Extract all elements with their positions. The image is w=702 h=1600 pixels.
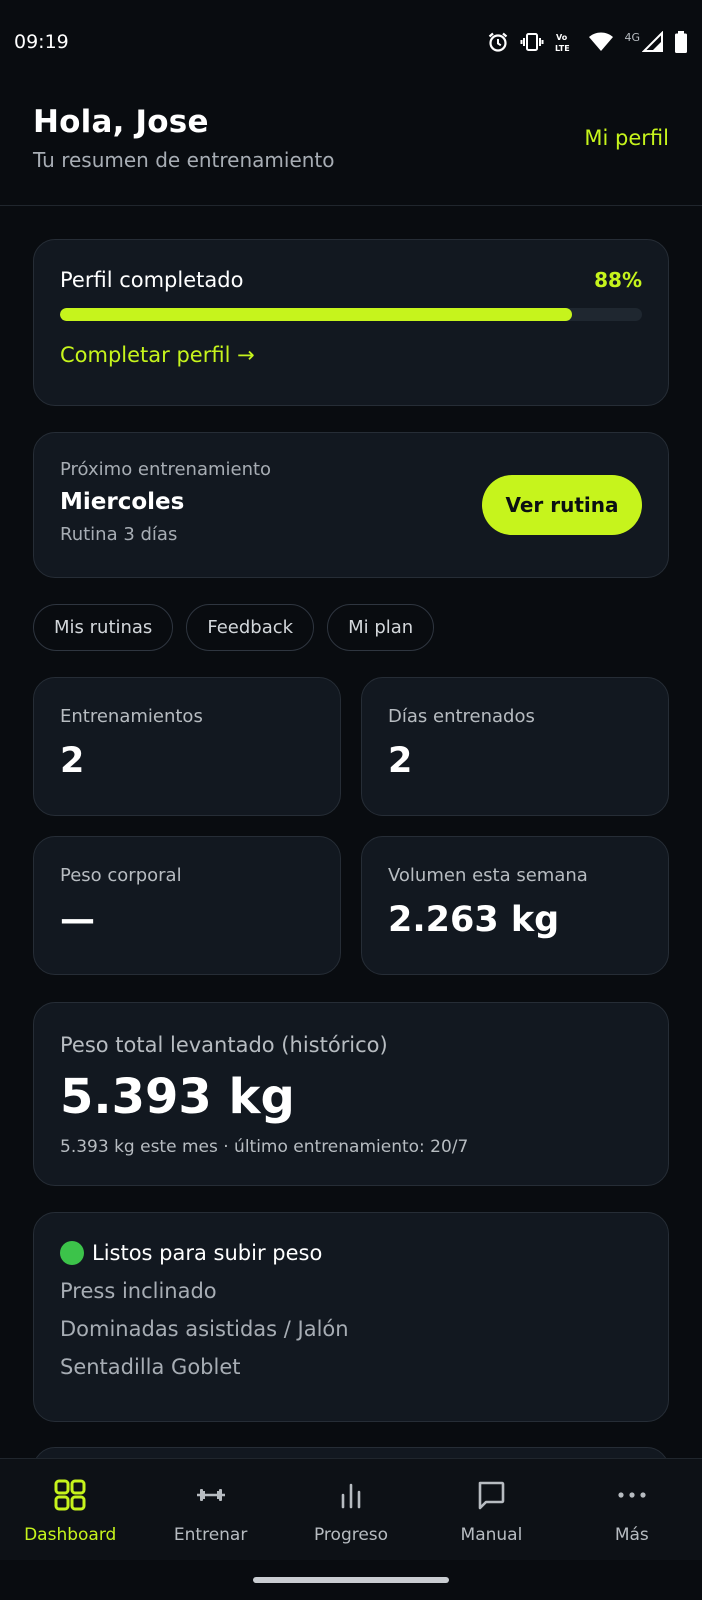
- total-lifted-subtext: 5.393 kg este mes · último entrenamiento…: [60, 1137, 469, 1157]
- stat-label: Peso corporal: [60, 865, 182, 886]
- stat-card-days-trained: Días entrenados 2: [361, 677, 669, 816]
- gesture-area: [0, 1560, 702, 1600]
- nav-item-progress[interactable]: Progreso: [281, 1459, 421, 1560]
- svg-text:LTE: LTE: [555, 44, 570, 53]
- stat-value: 2.263 kg: [388, 900, 560, 940]
- status-icons: Vo LTE 4G: [486, 30, 688, 54]
- total-lifted-card: Peso total levantado (histórico) 5.393 k…: [33, 1002, 669, 1186]
- progress-bar: [60, 308, 642, 321]
- nav-item-train[interactable]: Entrenar: [140, 1459, 280, 1560]
- stat-label: Días entrenados: [388, 706, 535, 727]
- nav-label: Entrenar: [173, 1525, 248, 1545]
- more-dots-icon: [617, 1477, 647, 1513]
- chip-feedback[interactable]: Feedback: [186, 604, 315, 651]
- vibrate-icon: [520, 30, 544, 54]
- battery-icon: [674, 30, 688, 54]
- stat-card-weekly-volume: Volumen esta semana 2.263 kg: [361, 836, 669, 975]
- list-item: Dominadas asistidas / Jalón: [60, 1317, 349, 1341]
- status-time: 09:19: [14, 31, 69, 53]
- dumbbell-icon: [196, 1477, 226, 1513]
- progress-bar-fill: [60, 308, 573, 321]
- ready-title: Listos para subir peso: [92, 1241, 323, 1265]
- progress-percent: 88%: [594, 268, 642, 292]
- greeting-title: Hola, Jose: [33, 104, 209, 140]
- cell-signal-icon: [642, 31, 664, 53]
- progress-label: Perfil completado: [60, 268, 244, 292]
- list-item: Sentadilla Goblet: [60, 1355, 241, 1379]
- home-gesture-bar[interactable]: [253, 1577, 449, 1583]
- stat-label: Volumen esta semana: [388, 865, 588, 886]
- my-profile-link[interactable]: Mi perfil: [584, 126, 669, 150]
- next-workout-card: Próximo entrenamiento Miercoles Rutina 3…: [33, 432, 669, 578]
- nav-label: Progreso: [313, 1525, 389, 1545]
- total-lifted-value: 5.393 kg: [60, 1069, 295, 1125]
- svg-text:Vo: Vo: [556, 33, 568, 42]
- dashboard-grid-icon: [54, 1477, 86, 1513]
- chip-my-routines[interactable]: Mis rutinas: [33, 604, 174, 651]
- stat-card-body-weight: Peso corporal —: [33, 836, 341, 975]
- volte-icon: Vo LTE: [554, 30, 578, 54]
- nav-label: Dashboard: [24, 1525, 117, 1545]
- network-type-label: 4G: [624, 30, 640, 44]
- message-square-icon: [476, 1477, 506, 1513]
- ready-to-increase-card: Listos para subir peso Press inclinado D…: [33, 1212, 669, 1422]
- stat-card-workouts: Entrenamientos 2: [33, 677, 341, 816]
- ready-title-row: Listos para subir peso: [60, 1241, 642, 1265]
- bottom-nav: Dashboard Entrenar Progreso Manual Más: [0, 1458, 702, 1560]
- profile-progress-card: Perfil completado 88% Completar perfil →: [33, 239, 669, 406]
- greeting-subtitle: Tu resumen de entrenamiento: [33, 148, 335, 172]
- alarm-icon: [486, 30, 510, 54]
- quick-links: Mis rutinas Feedback Mi plan: [33, 604, 435, 651]
- stat-value: —: [60, 900, 95, 940]
- progress-row: Perfil completado 88%: [60, 268, 642, 292]
- bar-chart-icon: [337, 1477, 365, 1513]
- total-lifted-label: Peso total levantado (histórico): [60, 1033, 388, 1057]
- header: Hola, Jose Tu resumen de entrenamiento M…: [0, 86, 702, 206]
- view-routine-button[interactable]: Ver rutina: [482, 475, 642, 535]
- nav-item-dashboard[interactable]: Dashboard: [0, 1459, 140, 1560]
- nav-item-more[interactable]: Más: [562, 1459, 702, 1560]
- nav-label: Más: [614, 1525, 649, 1545]
- stat-value: 2: [60, 741, 85, 781]
- stat-label: Entrenamientos: [60, 706, 203, 727]
- list-item: Press inclinado: [60, 1279, 217, 1303]
- nav-label: Manual: [460, 1525, 523, 1545]
- stat-value: 2: [388, 741, 413, 781]
- nav-item-manual[interactable]: Manual: [421, 1459, 561, 1560]
- green-circle-icon: [60, 1241, 84, 1265]
- wifi-icon: [588, 31, 614, 53]
- status-bar: 09:19 Vo LTE 4G: [0, 0, 702, 86]
- complete-profile-link[interactable]: Completar perfil →: [60, 343, 642, 367]
- chip-my-plan[interactable]: Mi plan: [327, 604, 435, 651]
